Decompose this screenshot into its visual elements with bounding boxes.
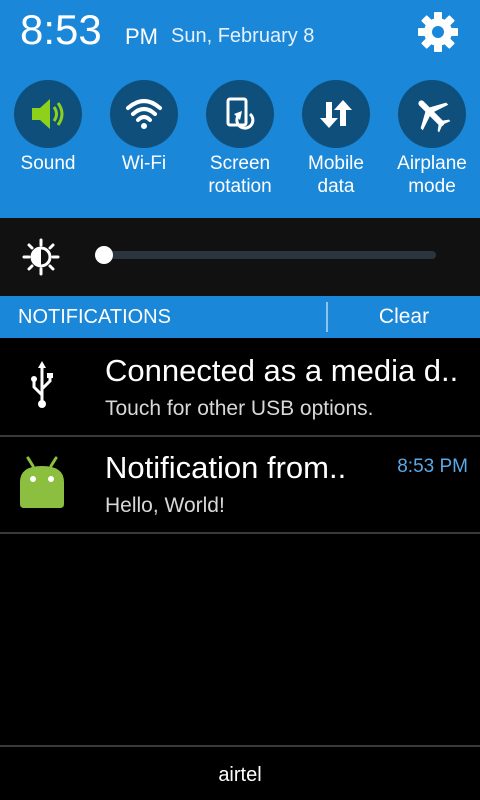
wifi-toggle[interactable]: Wi-Fi	[96, 80, 192, 210]
brightness-slider-thumb[interactable]	[95, 246, 113, 264]
mobile-data-toggle-button[interactable]	[302, 80, 370, 148]
screen-rotation-toggle-button[interactable]	[206, 80, 274, 148]
brightness-icon	[22, 238, 60, 276]
airplane-icon	[418, 100, 451, 133]
screen-rotation-icon	[226, 97, 255, 130]
clear-button[interactable]: Clear	[328, 296, 480, 338]
wifi-toggle-button[interactable]	[110, 80, 178, 148]
usb-icon	[31, 361, 53, 408]
airplane-mode-toggle-button[interactable]	[398, 80, 466, 148]
notification-item-usb[interactable]: Connected as a media d.. Touch for other…	[0, 339, 480, 437]
mobile-data-toggle[interactable]: Mobile data	[288, 80, 384, 210]
sound-label: Sound	[20, 153, 76, 174]
carrier-label: airtel	[218, 764, 262, 786]
quick-settings-panel: 8:53 PM Sun, February 8 Sound Wi-Fi Scre…	[0, 0, 480, 218]
screen-rotation-label: Screen rotation	[208, 153, 272, 197]
android-icon	[20, 456, 64, 508]
footer-divider	[0, 745, 480, 747]
brightness-slider-track[interactable]	[104, 251, 436, 259]
notifications-header: NOTIFICATIONS Clear	[0, 296, 480, 338]
sound-toggle[interactable]: Sound	[0, 80, 96, 210]
notification-time: 8:53 PM	[397, 456, 468, 477]
screen-rotation-toggle[interactable]: Screen rotation	[192, 80, 288, 210]
status-time: 8:53	[20, 6, 102, 53]
sound-icon	[32, 99, 64, 129]
mobile-data-icon	[320, 100, 352, 128]
notification-text: Hello, World!	[105, 494, 225, 517]
notifications-title: NOTIFICATIONS	[18, 306, 171, 328]
sound-toggle-button[interactable]	[14, 80, 82, 148]
wifi-label: Wi-Fi	[121, 153, 167, 174]
status-ampm: PM	[125, 24, 158, 49]
notification-title: Connected as a media d..	[105, 353, 459, 388]
airplane-mode-label: Airplane mode	[397, 153, 467, 197]
notification-title: Notification from..	[105, 450, 347, 485]
airplane-mode-toggle[interactable]: Airplane mode	[384, 80, 480, 210]
notification-item-app[interactable]: Notification from.. 8:53 PM Hello, World…	[0, 436, 480, 534]
wifi-icon	[126, 99, 162, 129]
gear-icon[interactable]	[414, 8, 462, 56]
status-date: Sun, February 8	[171, 25, 315, 47]
notification-text: Touch for other USB options.	[105, 397, 374, 420]
mobile-data-label: Mobile data	[308, 153, 364, 197]
